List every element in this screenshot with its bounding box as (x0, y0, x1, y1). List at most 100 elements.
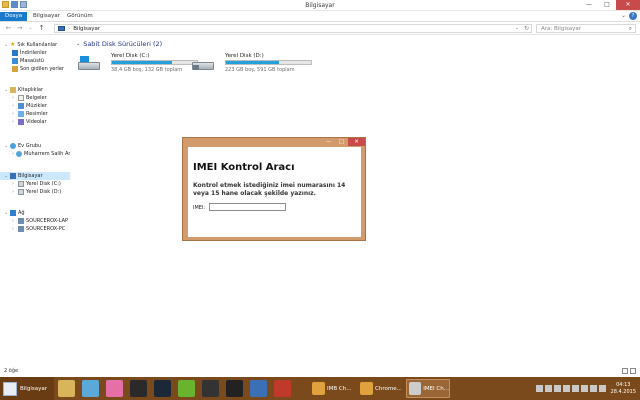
chevron-right-icon[interactable]: › (12, 188, 16, 196)
nav-homegroup: ⌄ Ev Grubu › Muharrem Salih Ard (0, 142, 70, 158)
navigation-pane: ⌄ ★ Sık Kullanılanlar İndirilenler Masaü… (0, 36, 70, 367)
chevron-right-icon[interactable]: › (12, 94, 16, 102)
taskbar-app-explorer-icon[interactable] (58, 380, 75, 397)
nav-item-pictures[interactable]: › Resimler (0, 110, 70, 118)
address-dropdown-icon[interactable]: ⌄ (515, 25, 519, 31)
window-title: Bilgisayar (305, 2, 335, 9)
tab-view[interactable]: Görünüm (62, 12, 98, 21)
tray-icon[interactable] (571, 385, 579, 392)
chevron-down-icon[interactable]: ⌄ (4, 86, 8, 94)
chevron-right-icon[interactable]: › (12, 180, 16, 188)
nav-item-computer[interactable]: ⌄ Bilgisayar (0, 172, 70, 180)
taskbar-app-league-icon[interactable] (130, 380, 147, 397)
dialog-body: IMEI Kontrol Aracı Kontrol etmek istediğ… (188, 147, 361, 237)
tray-icon[interactable] (553, 385, 561, 392)
taskbar-window-button[interactable]: IMEI Ch... (406, 379, 450, 398)
downloads-icon (12, 50, 18, 56)
search-input[interactable]: Ara: Bilgisayar ⌕ (536, 24, 636, 33)
dialog-close-button[interactable]: ✕ (348, 138, 365, 146)
tray-icon[interactable] (598, 385, 606, 392)
clock[interactable]: 04:13 28.4.2015 (611, 382, 636, 396)
chevron-down-icon[interactable]: ⌄ (4, 142, 8, 150)
homegroup-icon (10, 143, 16, 149)
ribbon-expand-icon[interactable]: ⌄ (621, 12, 626, 19)
star-icon: ★ (10, 41, 16, 48)
chevron-right-icon[interactable]: › (12, 102, 16, 110)
taskbar-window-button[interactable]: IMB Ch... (310, 379, 354, 398)
path-separator: › (68, 25, 71, 32)
tray-icon[interactable] (562, 385, 570, 392)
taskbar-app-steam-icon[interactable] (154, 380, 171, 397)
computer-icon (3, 381, 17, 396)
minimize-button[interactable]: — (580, 0, 598, 10)
chevron-right-icon[interactable]: › (12, 150, 14, 158)
taskbar-app-app-g-icon[interactable] (202, 380, 219, 397)
back-button[interactable]: ← (4, 24, 13, 33)
nav-item-music[interactable]: › Müzikler (0, 102, 70, 110)
chevron-right-icon[interactable]: › (12, 225, 16, 233)
taskbar-app-app-x-icon[interactable] (274, 380, 291, 397)
taskbar-app-app-h-icon[interactable] (226, 380, 243, 397)
nav-item-homegroup[interactable]: ⌄ Ev Grubu (0, 142, 70, 150)
chevron-down-icon[interactable]: ⌄ (4, 172, 8, 180)
tray-icon[interactable] (580, 385, 588, 392)
chevron-down-icon[interactable]: ⌄ (4, 41, 8, 49)
nav-item-drive-d[interactable]: › Yerel Disk (D:) (0, 188, 70, 196)
nav-item-libraries[interactable]: ⌄ Kitaplıklar (0, 86, 70, 94)
details-view-icon[interactable] (622, 368, 628, 374)
nav-item-drive-c[interactable]: › Yerel Disk (C:) (0, 180, 70, 188)
nav-item-recent-places[interactable]: Son gidilen yerler (0, 65, 70, 73)
taskbar-app-app-d-icon[interactable] (250, 380, 267, 397)
taskbar-app-pink-app-icon[interactable] (106, 380, 123, 397)
chevron-down-icon[interactable]: ⌄ (4, 209, 8, 217)
tray-icon[interactable] (589, 385, 597, 392)
refresh-icon[interactable]: ↻ (524, 25, 529, 32)
nav-computer: ⌄ Bilgisayar › Yerel Disk (C:) › Yerel D… (0, 172, 70, 196)
tab-computer[interactable]: Bilgisayar (28, 12, 65, 21)
taskbar-explorer-button[interactable]: Bilgisayar (0, 377, 54, 400)
tray-icon[interactable] (535, 385, 543, 392)
taskbar-window-button[interactable]: Chrome... (358, 379, 402, 398)
tray-icon[interactable] (544, 385, 552, 392)
help-icon[interactable]: ? (629, 12, 637, 20)
nav-label: Videolar (26, 119, 47, 125)
dialog-instruction: Kontrol etmek istediğiniz imei numarasın… (193, 182, 346, 197)
nav-item-sourcerox-pc[interactable]: › SOURCEROX-PC (0, 225, 70, 233)
chevron-right-icon[interactable]: › (12, 217, 16, 225)
tiles-view-icon[interactable] (630, 368, 636, 374)
nav-item-downloads[interactable]: İndirilenler (0, 49, 70, 57)
nav-item-videos[interactable]: › Videolar (0, 118, 70, 126)
nav-item-network[interactable]: ⌄ Ağ (0, 209, 70, 217)
breadcrumb-computer[interactable]: Bilgisayar (73, 26, 100, 32)
nav-label: Kitaplıklar (18, 87, 44, 93)
address-field[interactable]: › Bilgisayar ⌄ ↻ (54, 24, 532, 33)
dialog-maximize-button[interactable]: □ (335, 138, 348, 146)
imei-input[interactable] (209, 203, 286, 211)
close-button[interactable]: ✕ (616, 0, 640, 10)
drive-tile-c[interactable]: Yerel Disk (C:) 38,4 GB boş, 132 GB topl… (78, 52, 198, 76)
up-button[interactable]: ↑ (37, 24, 46, 33)
drive-usage-fill (226, 61, 279, 64)
forward-button[interactable]: → (15, 24, 24, 33)
search-icon[interactable]: ⌕ (629, 25, 632, 33)
nav-item-favorites[interactable]: ⌄ ★ Sık Kullanılanlar (0, 41, 70, 49)
nav-item-homegroup-user[interactable]: › Muharrem Salih Ard (0, 150, 70, 158)
nav-item-documents[interactable]: › Belgeler (0, 94, 70, 102)
group-header[interactable]: ⌄ Sabit Disk Sürücüleri (2) (76, 40, 162, 48)
drive-overlay-icon (193, 65, 199, 70)
chevron-down-icon[interactable]: ⌄ (76, 41, 80, 47)
status-bar: 2 öğe (0, 367, 640, 376)
nav-item-desktop[interactable]: Masaüstü (0, 57, 70, 65)
window-controls: — □ ✕ (580, 0, 640, 10)
taskbar-app-utorrent-icon[interactable] (178, 380, 195, 397)
taskbar-app-paint-icon[interactable] (82, 380, 99, 397)
chevron-right-icon[interactable]: › (12, 118, 16, 126)
chevron-right-icon[interactable]: › (12, 110, 16, 118)
nav-item-sourcerox-lap[interactable]: › SOURCEROX-LAP (0, 217, 70, 225)
maximize-button[interactable]: □ (598, 0, 616, 10)
nav-label: Bilgisayar (18, 173, 43, 179)
dialog-minimize-button[interactable]: — (322, 138, 335, 146)
tab-file[interactable]: Dosya (0, 12, 28, 21)
drive-tile-d[interactable]: Yerel Disk (D:) 223 GB boş, 591 GB topla… (192, 52, 312, 76)
recent-locations-button[interactable]: ⌄ (26, 24, 35, 33)
